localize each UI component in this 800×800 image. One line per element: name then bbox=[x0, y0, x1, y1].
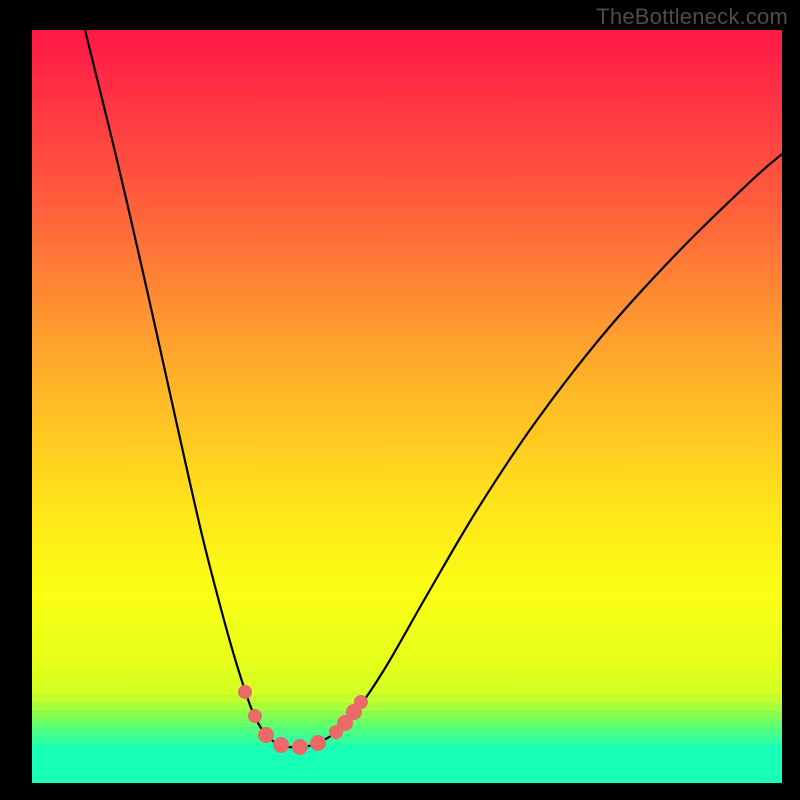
data-marker bbox=[273, 737, 289, 753]
data-marker bbox=[238, 685, 252, 699]
outer-frame: TheBottleneck.com bbox=[0, 0, 800, 800]
watermark-text: TheBottleneck.com bbox=[596, 4, 788, 30]
plot-area bbox=[32, 30, 782, 783]
data-marker bbox=[292, 739, 308, 755]
bottleneck-curve bbox=[85, 30, 782, 748]
data-marker bbox=[258, 727, 274, 743]
data-marker bbox=[354, 695, 368, 709]
curve-svg bbox=[32, 30, 782, 783]
data-marker bbox=[248, 709, 262, 723]
data-marker bbox=[310, 735, 326, 751]
